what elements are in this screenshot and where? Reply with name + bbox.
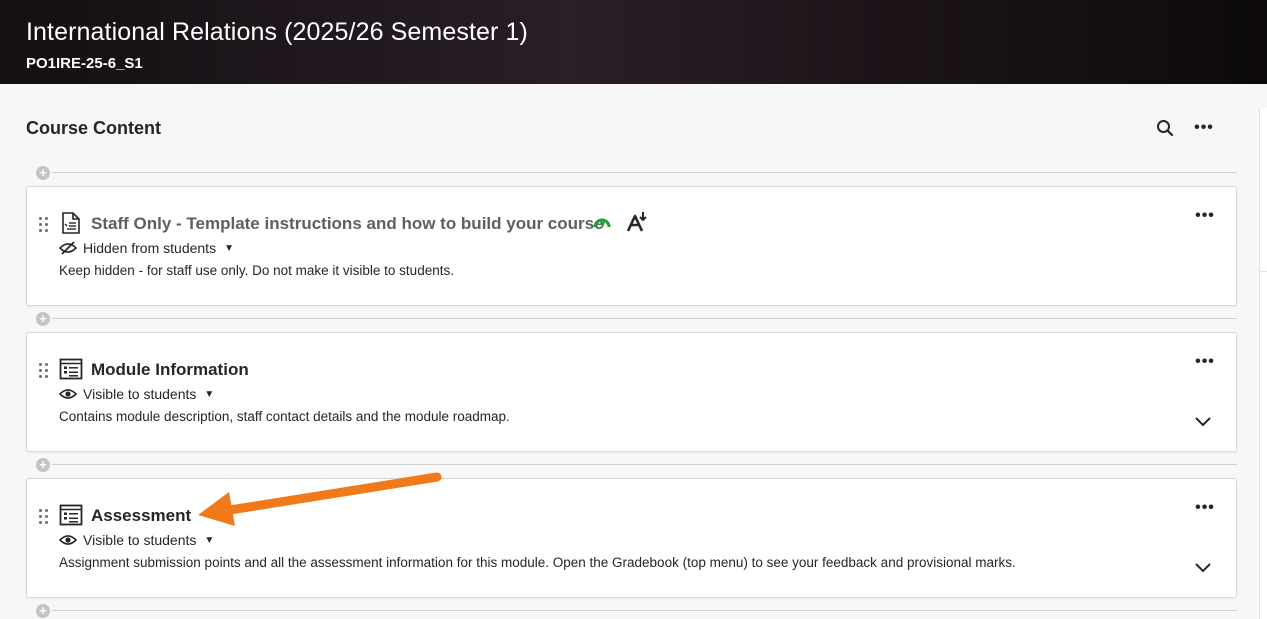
plus-icon: + [36,312,50,326]
item-description: Keep hidden - for staff use only. Do not… [59,263,454,278]
expand-button[interactable] [1190,409,1216,435]
divider-line [52,318,1237,319]
chevron-down-icon [1195,417,1211,427]
performance-gauge-icon[interactable] [593,216,611,230]
eye-slash-icon [59,241,77,255]
folder-list-icon [59,358,83,380]
plus-icon: + [36,458,50,472]
caret-down-icon: ▼ [204,534,215,546]
course-content-more-button[interactable]: ••• [1191,115,1217,141]
item-title[interactable]: Staff Only - Template instructions and h… [91,214,604,234]
drag-handle-icon[interactable] [39,363,49,379]
visibility-dropdown[interactable]: Visible to students ▼ [59,531,214,549]
content-item-module-information[interactable]: Module Information Visible to students ▼… [26,332,1237,452]
eye-icon [59,389,77,399]
more-options-icon: ••• [1195,499,1215,516]
visibility-label: Hidden from students [83,240,217,256]
content-item-assessment[interactable]: Assessment Visible to students ▼ Assignm… [26,478,1237,598]
item-description: Assignment submission points and all the… [59,555,1016,570]
visibility-label: Visible to students [83,532,197,548]
item-more-button[interactable]: ••• [1192,495,1218,521]
course-header: International Relations (2025/26 Semeste… [0,0,1267,84]
folder-list-icon [59,504,83,526]
item-more-button[interactable]: ••• [1192,203,1218,229]
divider-line [52,464,1237,465]
section-title: Course Content [26,118,161,138]
visibility-label: Visible to students [83,386,197,402]
plus-icon: + [36,166,50,180]
caret-down-icon: ▼ [224,242,234,254]
caret-down-icon: ▼ [204,388,215,400]
add-content-row[interactable]: + [36,166,1237,180]
accessibility-download-icon[interactable] [625,210,649,234]
add-content-row[interactable]: + [36,604,1237,618]
item-title[interactable]: Assessment [91,506,191,526]
drag-handle-icon[interactable] [39,217,49,233]
expand-button[interactable] [1190,555,1216,581]
add-content-row[interactable]: + [36,458,1237,472]
item-description: Contains module description, staff conta… [59,409,510,424]
right-side-panel [1259,108,1267,619]
course-code: PO1IRE-25-6_S1 [26,55,143,72]
content-item-staff-only[interactable]: Staff Only - Template instructions and h… [26,186,1237,306]
visibility-dropdown[interactable]: Visible to students ▼ [59,385,214,403]
search-icon [1157,120,1174,137]
more-options-icon: ••• [1195,207,1215,224]
item-title[interactable]: Module Information [91,360,249,380]
drag-handle-icon[interactable] [39,509,49,525]
divider-line [52,172,1237,173]
chevron-down-icon [1195,563,1211,573]
more-options-icon: ••• [1195,353,1215,370]
divider-line [52,610,1237,611]
add-content-row[interactable]: + [36,312,1237,326]
course-title: International Relations (2025/26 Semeste… [26,18,528,46]
more-options-icon: ••• [1194,119,1214,136]
item-more-button[interactable]: ••• [1192,349,1218,375]
plus-icon: + [36,604,50,618]
panel-divider [1260,271,1267,272]
search-button[interactable] [1152,115,1178,141]
visibility-dropdown[interactable]: Hidden from students ▼ [59,239,234,257]
eye-icon [59,535,77,545]
document-icon [62,212,80,234]
